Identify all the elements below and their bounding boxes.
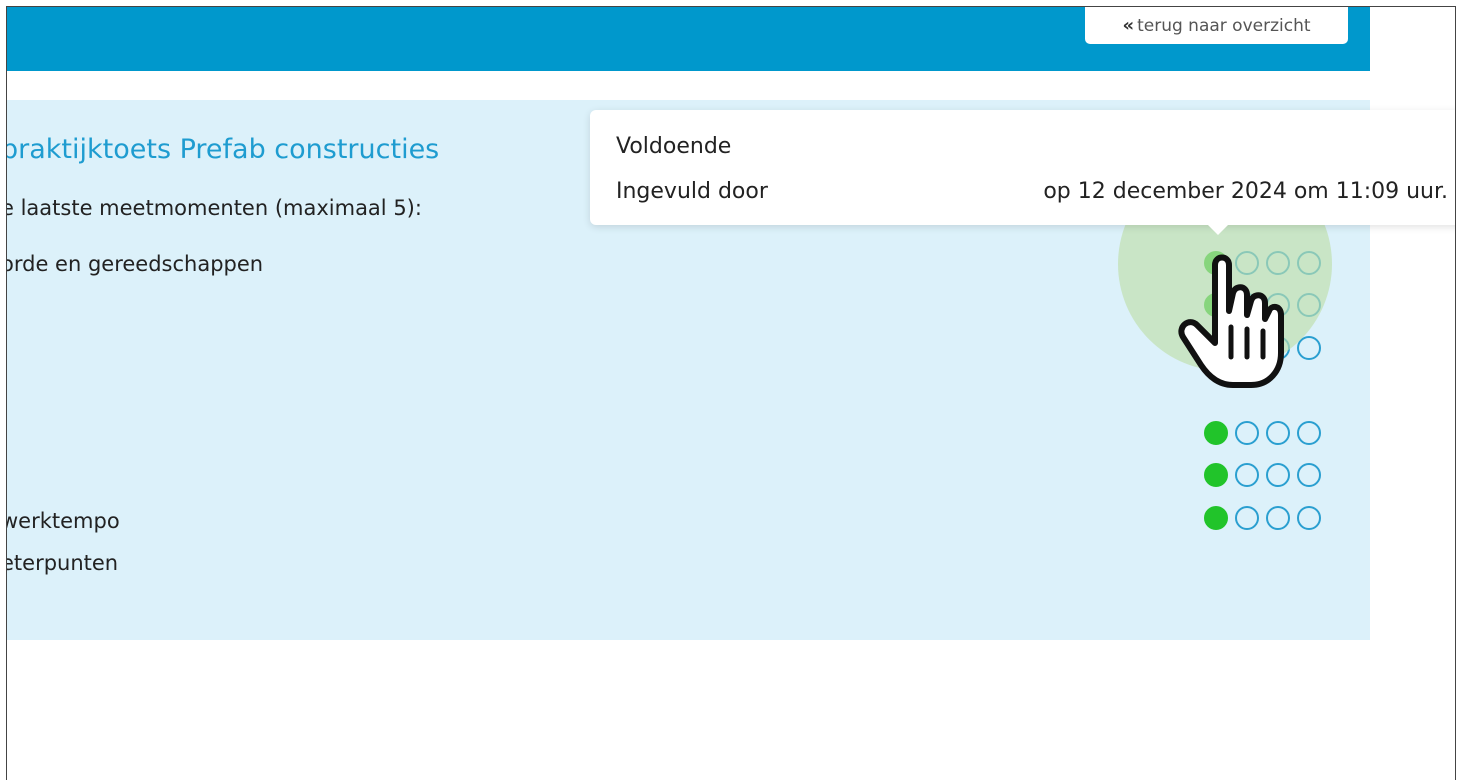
rating-dot-empty[interactable]: [1297, 463, 1321, 487]
double-chevron-left-icon: «: [1122, 15, 1134, 36]
rating-dot-empty[interactable]: [1297, 506, 1321, 530]
rating-dots: [1204, 506, 1321, 530]
rating-dot-empty[interactable]: [1266, 463, 1290, 487]
rating-dot-filled[interactable]: [1204, 463, 1228, 487]
criterion-label: eterpunten: [6, 551, 119, 575]
tooltip-caret: [1208, 225, 1228, 235]
rating-dot-empty[interactable]: [1297, 251, 1321, 275]
rating-dot-empty[interactable]: [1297, 336, 1321, 360]
rating-dots: [1204, 463, 1321, 487]
panel-title: praktijktoets Prefab constructies: [6, 134, 440, 165]
rating-dot-empty[interactable]: [1235, 506, 1259, 530]
criterion-label: orde en gereedschappen: [6, 252, 264, 276]
rating-dot-filled[interactable]: [1204, 421, 1228, 445]
tooltip-status: Voldoende: [616, 134, 732, 159]
rating-dot-empty[interactable]: [1297, 293, 1321, 317]
tooltip-filled-by-label: Ingevuld door: [616, 179, 768, 204]
rating-tooltip: Voldoende Ingevuld door op 12 december 2…: [590, 110, 1455, 235]
panel-subtitle: e laatste meetmomenten (maximaal 5):: [6, 196, 422, 220]
rating-dot-empty[interactable]: [1266, 421, 1290, 445]
rating-dot-empty[interactable]: [1235, 463, 1259, 487]
app-window: « terug naar overzicht praktijktoets Pre…: [6, 6, 1456, 780]
tooltip-date: op 12 december 2024 om 11:09 uur.: [1043, 179, 1448, 204]
rating-dot-empty[interactable]: [1266, 506, 1290, 530]
criterion-label: werktempo: [6, 509, 120, 533]
back-button-label: terug naar overzicht: [1137, 15, 1311, 36]
back-to-overview-button[interactable]: « terug naar overzicht: [1085, 7, 1348, 44]
rating-dot-empty[interactable]: [1235, 421, 1259, 445]
rating-dots: [1204, 421, 1321, 445]
rating-dot-empty[interactable]: [1297, 421, 1321, 445]
hand-pointer-icon: [1178, 254, 1284, 388]
rating-dot-filled[interactable]: [1204, 506, 1228, 530]
header-bar: « terug naar overzicht: [7, 7, 1370, 71]
